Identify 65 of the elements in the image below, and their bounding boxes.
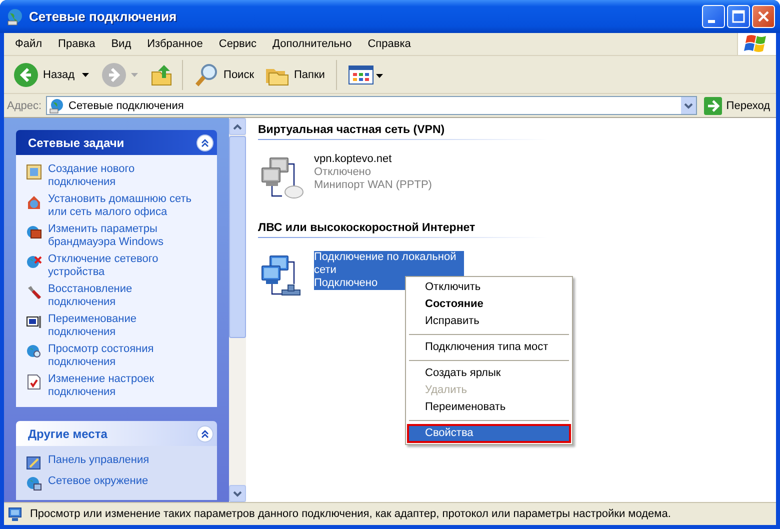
task-link[interactable]: Переименование подключения — [48, 313, 193, 339]
network-disable-icon — [26, 254, 42, 270]
house-icon — [26, 194, 42, 210]
task-link[interactable]: Создание нового подключения — [48, 163, 193, 189]
minimize-icon — [708, 20, 714, 22]
task-link[interactable]: Отключение сетевого устройства — [48, 253, 193, 279]
folder-up-icon[interactable] — [150, 62, 174, 86]
task-panel-header[interactable]: Сетевые задачи — [16, 130, 217, 155]
wizard-icon — [26, 164, 42, 180]
go-arrow-icon — [704, 96, 722, 114]
menu-item[interactable]: Избранное — [139, 38, 211, 50]
minimize-button[interactable] — [702, 5, 725, 28]
status-text: Просмотр или изменение таких параметров данного подключения, как адаптер, протокол или параметры настройки модема. — [30, 508, 671, 520]
menu-item[interactable]: Файл — [7, 38, 50, 50]
context-menu-item[interactable]: Создать ярлык — [408, 365, 570, 382]
views-icon — [348, 64, 384, 86]
menu-item[interactable]: Правка — [50, 38, 104, 50]
menu-item[interactable]: Дополнительно — [264, 38, 360, 50]
scroll-up-icon[interactable] — [233, 124, 242, 130]
network-globe-icon — [26, 476, 42, 492]
menu-item[interactable]: Справка — [360, 38, 419, 50]
task-link[interactable]: Восстановление подключения — [48, 283, 193, 309]
group-header: Виртуальная частная сеть (VPN) — [258, 124, 548, 140]
firewall-icon — [26, 224, 42, 240]
task-link[interactable]: Установить домашнюю сеть или сеть малого офиса — [48, 193, 193, 219]
rename-icon — [26, 314, 42, 330]
group-header: ЛВС или высокоскоростной Интернет — [258, 222, 548, 238]
folders-button[interactable]: Папки — [261, 60, 328, 88]
network-globe-icon — [6, 8, 24, 26]
menu-item[interactable]: Сервис — [210, 38, 265, 50]
address-label: Адрес: — [7, 100, 42, 112]
window-title: Сетевые подключения — [29, 9, 178, 24]
context-menu-item[interactable]: Свойства — [408, 425, 570, 442]
control-panel-icon — [26, 455, 42, 471]
go-button[interactable]: Переход — [701, 96, 773, 114]
collapse-chevron-icon[interactable] — [196, 424, 214, 442]
task-link[interactable]: Сетевое окружение — [48, 475, 148, 488]
connection-label[interactable]: vpn.koptevo.net Отключено Минипорт WAN (PPTP) — [314, 153, 464, 192]
globe-search-icon — [26, 344, 42, 360]
chevron-down-icon — [684, 102, 694, 108]
network-globe-icon — [48, 98, 65, 114]
magnifier-icon — [194, 62, 220, 88]
context-menu-item[interactable]: Подключения типа мост — [408, 339, 570, 356]
close-button[interactable] — [752, 5, 775, 28]
scroll-down-icon[interactable] — [233, 490, 242, 496]
dropdown-button[interactable] — [681, 97, 696, 114]
dropdown-arrow-icon[interactable] — [82, 72, 89, 76]
task-link[interactable]: Панель управления — [48, 454, 150, 467]
scrollbar[interactable] — [229, 118, 246, 502]
task-link[interactable]: Изменить параметры брандмауэра Windows — [48, 223, 193, 249]
document-check-icon — [26, 374, 42, 390]
context-menu-item[interactable]: Состояние — [408, 296, 570, 313]
wrench-icon — [26, 284, 42, 300]
context-menu-item[interactable]: Переименовать — [408, 399, 570, 416]
search-button[interactable]: Поиск — [190, 60, 258, 90]
address-field[interactable]: Сетевые подключения — [46, 96, 698, 115]
collapse-chevron-icon[interactable] — [196, 134, 214, 152]
context-menu-item[interactable]: Исправить — [408, 313, 570, 330]
task-link[interactable]: Просмотр состояния подключения — [48, 343, 193, 369]
menu-item[interactable]: Вид — [103, 38, 140, 50]
network-icon — [8, 506, 24, 522]
task-link[interactable]: Изменение настроек подключения — [48, 373, 193, 399]
back-button[interactable]: Назад — [10, 60, 78, 90]
task-panel-header[interactable]: Другие места — [16, 421, 217, 446]
maximize-button[interactable] — [727, 5, 750, 28]
